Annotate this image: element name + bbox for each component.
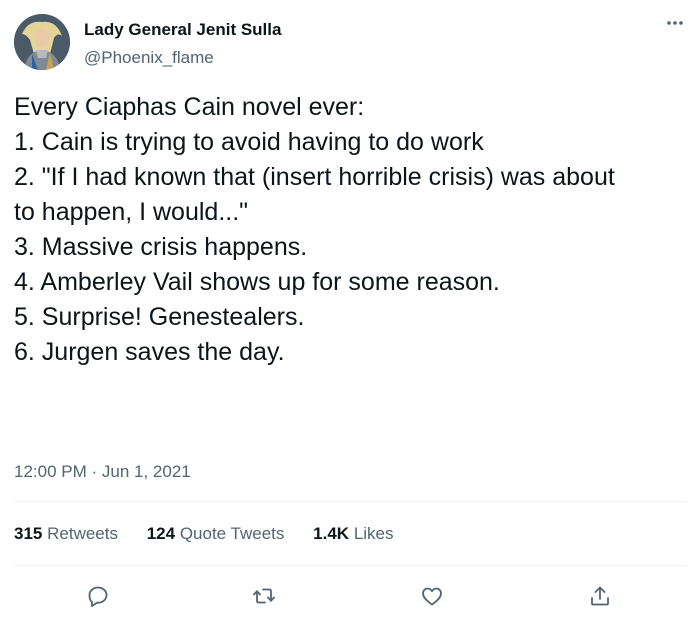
retweets-stat[interactable]: 315 Retweets <box>14 524 118 544</box>
tweet-line: 3. Massive crisis happens. <box>14 233 308 261</box>
retweets-label: Retweets <box>47 524 118 543</box>
tweet: Lady General Jenit Sulla @Phoenix_flame … <box>0 0 700 638</box>
quote-tweets-label: Quote Tweets <box>179 524 285 543</box>
likes-stat[interactable]: 1.4K Likes <box>313 524 393 544</box>
like-button[interactable] <box>414 578 450 614</box>
reply-button[interactable] <box>80 578 116 614</box>
reply-icon <box>88 586 108 607</box>
tweet-actions <box>0 578 700 614</box>
tweet-line: 6. Jurgen saves the day. <box>14 338 285 366</box>
tweet-line: 1. Cain is trying to avoid having to do … <box>14 128 484 156</box>
avatar-image <box>14 14 70 70</box>
tweet-line: 5. Surprise! Genestealers. <box>14 303 305 331</box>
tweet-line: 2. "If I had known that (insert horrible… <box>14 163 615 191</box>
divider <box>14 501 686 502</box>
user-handle[interactable]: @Phoenix_flame <box>84 48 214 68</box>
avatar[interactable] <box>14 14 70 70</box>
divider <box>14 565 686 566</box>
share-button[interactable] <box>582 578 618 614</box>
retweets-count: 315 <box>14 524 43 543</box>
tweet-line: to happen, I would..." <box>14 198 249 226</box>
tweet-line: Every Ciaphas Cain novel ever: <box>14 93 365 121</box>
likes-label: Likes <box>353 524 394 543</box>
quote-tweets-stat[interactable]: 124 Quote Tweets <box>147 524 285 544</box>
retweet-button[interactable] <box>246 578 282 614</box>
tweet-text: Every Ciaphas Cain novel ever: 1. Cain i… <box>14 90 686 370</box>
tweet-timestamp[interactable]: 12:00 PM · Jun 1, 2021 <box>14 462 191 482</box>
likes-count: 1.4K <box>313 524 350 543</box>
tweet-line: 4. Amberley Vail shows up for some reaso… <box>14 268 500 296</box>
quote-tweets-count: 124 <box>146 524 176 543</box>
retweet-icon <box>253 588 275 604</box>
heart-icon <box>422 587 442 606</box>
share-icon <box>591 586 609 606</box>
display-name[interactable]: Lady General Jenit Sulla <box>84 20 281 40</box>
more-options-button[interactable] <box>660 12 690 34</box>
engagement-stats: 315 Retweets 124 Quote Tweets 1.4K Likes <box>14 524 418 544</box>
more-horizontal-icon <box>667 21 683 25</box>
